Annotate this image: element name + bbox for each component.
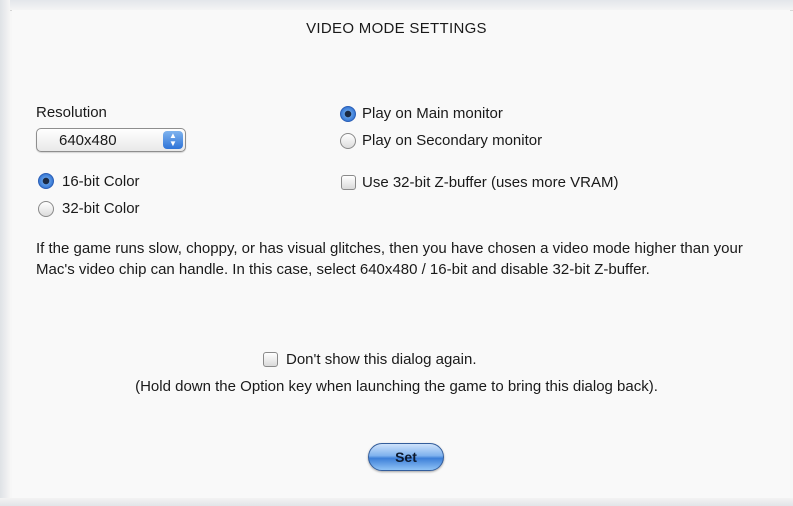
color-16bit-radio[interactable] bbox=[38, 173, 54, 189]
monitor-secondary-radio[interactable] bbox=[340, 133, 356, 149]
option-key-note: (Hold down the Option key when launching… bbox=[135, 378, 658, 395]
monitor-secondary-label: Play on Secondary monitor bbox=[362, 132, 543, 149]
dialog-window: VIDEO MODE SETTINGS Resolution 640x480 ▲… bbox=[0, 0, 793, 506]
zbuffer-checkbox[interactable] bbox=[341, 175, 356, 190]
color-32bit-radio[interactable] bbox=[38, 201, 54, 217]
dont-show-checkbox[interactable] bbox=[263, 352, 278, 367]
window-left-edge bbox=[0, 0, 10, 506]
window-bottom-edge bbox=[0, 498, 793, 506]
monitor-main-radio[interactable] bbox=[340, 106, 356, 122]
resolution-popup[interactable]: 640x480 ▲ ▼ bbox=[36, 128, 186, 152]
help-text: If the game runs slow, choppy, or has vi… bbox=[36, 240, 743, 278]
color-32bit-label: 32-bit Color bbox=[62, 200, 140, 217]
resolution-value: 640x480 bbox=[59, 132, 117, 149]
zbuffer-label: Use 32-bit Z-buffer (uses more VRAM) bbox=[362, 174, 619, 191]
dialog-title: VIDEO MODE SETTINGS bbox=[306, 20, 487, 37]
resolution-label: Resolution bbox=[36, 104, 107, 121]
dont-show-label: Don't show this dialog again. bbox=[286, 351, 477, 368]
up-down-arrows-icon: ▲ ▼ bbox=[163, 131, 183, 149]
color-16bit-label: 16-bit Color bbox=[62, 173, 140, 190]
monitor-main-label: Play on Main monitor bbox=[362, 105, 503, 122]
set-button[interactable]: Set bbox=[368, 443, 444, 471]
